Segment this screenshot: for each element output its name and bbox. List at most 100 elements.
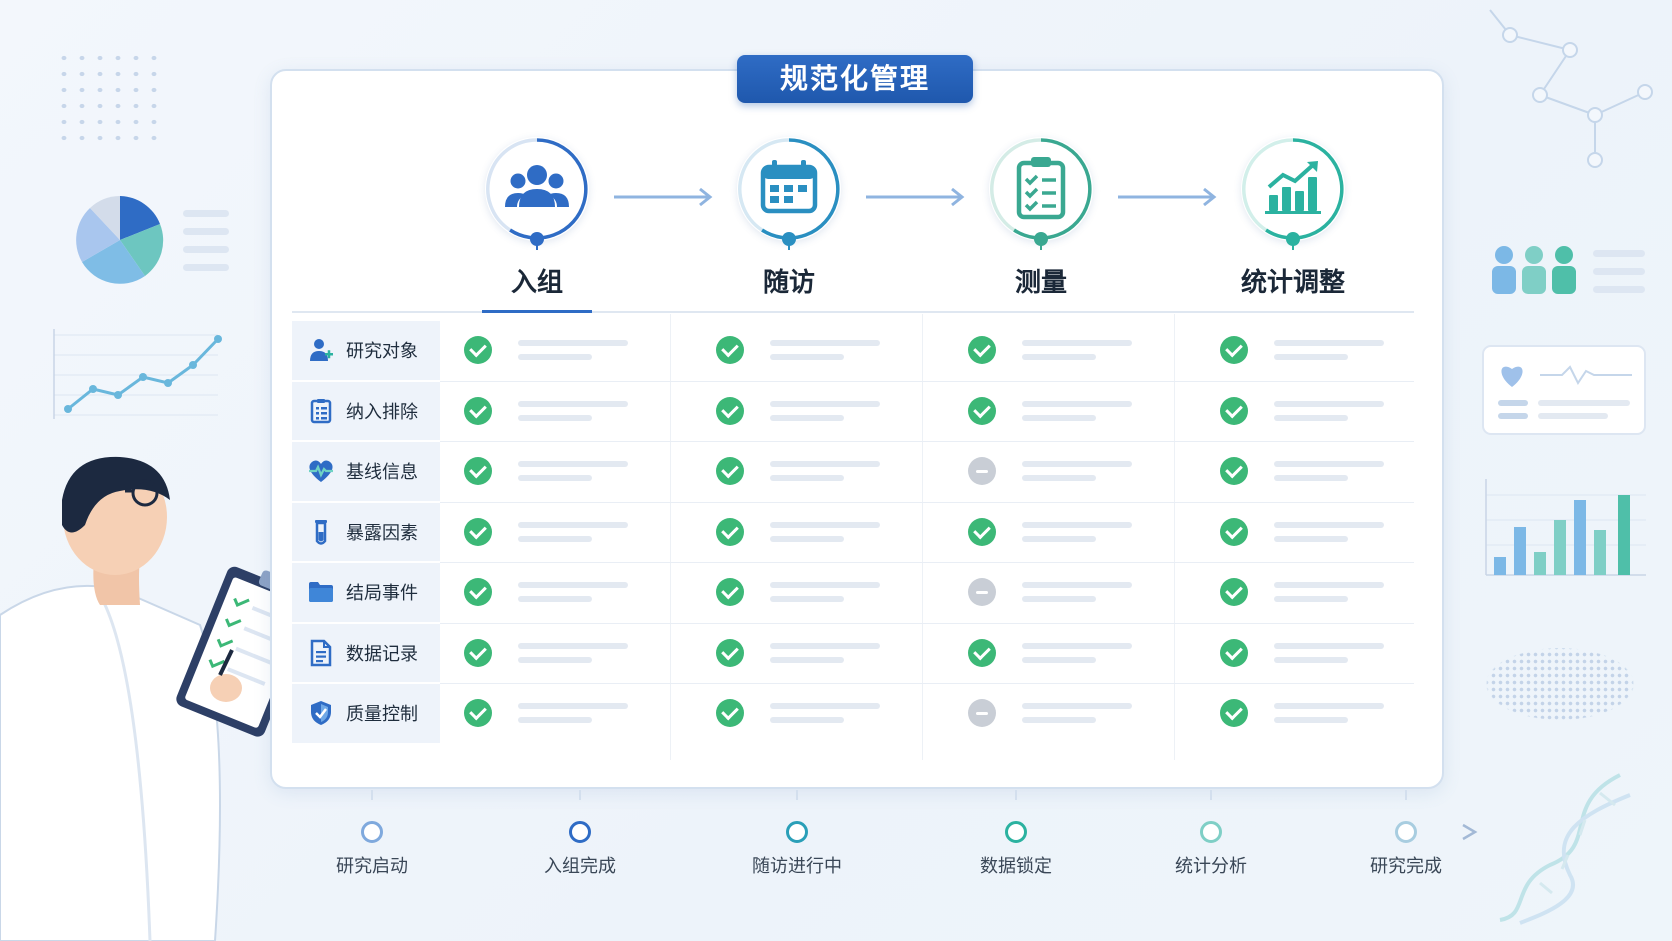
check-circle-icon [716,578,744,607]
placeholder-text-lines [1022,642,1132,663]
placeholder-text-lines [518,703,628,724]
check-circle-icon [464,457,492,486]
placeholder-text-lines [770,703,880,724]
placeholder-text-lines [1022,521,1132,542]
decorative-heart-monitor-card [1482,345,1646,435]
row-label-text: 纳入排除 [346,401,418,423]
decorative-people-icon [1492,246,1576,294]
timeline-track [267,823,1478,841]
status-cell [432,382,668,441]
timeline-tick [371,790,373,800]
status-cell [936,563,1172,622]
timeline-milestone-label: 入组完成 [544,856,616,877]
timeline-milestone-dot [1005,821,1027,843]
status-cell [684,503,920,562]
check-circle-icon [464,699,492,728]
decorative-dna-helix-icon [1499,773,1631,925]
placeholder-text-lines [770,642,880,663]
minus-circle-icon [968,699,996,728]
placeholder-text-lines [518,400,628,421]
stage-arrows [614,187,1217,207]
placeholder-text-lines [1022,582,1132,603]
status-cell [936,321,1172,380]
check-circle-icon [464,578,492,607]
row-label-text: 数据记录 [346,643,418,665]
doctor-with-clipboard-illustration [0,456,310,941]
status-cell [684,321,920,380]
timeline-tick [1015,790,1017,800]
timeline-milestone-dot [1200,821,1222,843]
check-circle-icon [716,457,744,486]
placeholder-text-lines [1274,703,1384,724]
test-tube-icon [306,517,336,547]
decorative-molecule-icon [1489,9,1653,168]
list-document-icon [306,396,336,426]
check-circle-icon [968,517,996,546]
minus-circle-icon [968,578,996,607]
page-title: 规范化管理 [737,55,973,103]
status-cell [1188,321,1424,380]
heartbeat-icon [306,456,336,486]
check-circle-icon [968,396,996,425]
minus-circle-icon [968,457,996,486]
check-circle-icon [968,638,996,667]
timeline-milestone-label: 统计分析 [1175,856,1247,877]
status-cell [684,442,920,501]
placeholder-text-lines [518,642,628,663]
check-circle-icon [716,396,744,425]
timeline-milestone-label: 随访进行中 [752,856,842,877]
status-cell [1188,503,1424,562]
placeholder-text-lines [1274,340,1384,361]
status-cell [432,624,668,683]
placeholder-text-lines [770,400,880,421]
row-label: 暴露因素 [292,502,440,561]
status-cell [936,684,1172,743]
check-circle-icon [464,517,492,546]
check-circle-icon [1220,517,1248,546]
check-circle-icon [464,396,492,425]
check-circle-icon [716,336,744,365]
folder-icon [306,577,336,607]
timeline-milestone-label: 研究完成 [1370,856,1442,877]
stage-label-statistics: 统计调整 [1240,268,1345,298]
placeholder-text-lines [1022,703,1132,724]
stage-enrollment-circle [485,137,589,241]
placeholder-text-lines [1274,582,1384,603]
decorative-world-map-dots [1448,630,1672,750]
placeholder-text-lines [770,340,880,361]
row-label: 质量控制 [292,684,440,743]
status-cell [684,563,920,622]
placeholder-text-lines [1274,461,1384,482]
check-circle-icon [716,699,744,728]
placeholder-text-lines [770,461,880,482]
check-circle-icon [1220,638,1248,667]
timeline-tick [1210,790,1212,800]
check-circle-icon [1220,336,1248,365]
placeholder-text-lines [518,521,628,542]
row-label: 纳入排除 [292,381,440,440]
table-header-rule [292,311,1414,313]
status-cell [432,442,668,501]
check-circle-icon [464,638,492,667]
decorative-bar-chart-icon [1485,479,1646,576]
status-cell [684,382,920,441]
decorative-pie-chart-icon [76,196,164,284]
status-cell [1188,684,1424,743]
shield-check-icon [306,698,336,728]
placeholder-text-lines [518,582,628,603]
status-cell [936,442,1172,501]
status-cell [1188,442,1424,501]
status-cell [432,563,668,622]
check-circle-icon [968,336,996,365]
row-label-text: 研究对象 [346,341,418,363]
check-circle-icon [716,517,744,546]
status-cell [684,624,920,683]
stage-label-followup: 随访 [762,268,815,298]
timeline-tick [796,790,798,800]
placeholder-text-lines [1022,461,1132,482]
status-cell [432,684,668,743]
group-icon [505,165,569,207]
status-cell [936,503,1172,562]
row-label-text: 暴露因素 [346,522,418,544]
stage-label-enrollment: 入组 [510,268,563,298]
